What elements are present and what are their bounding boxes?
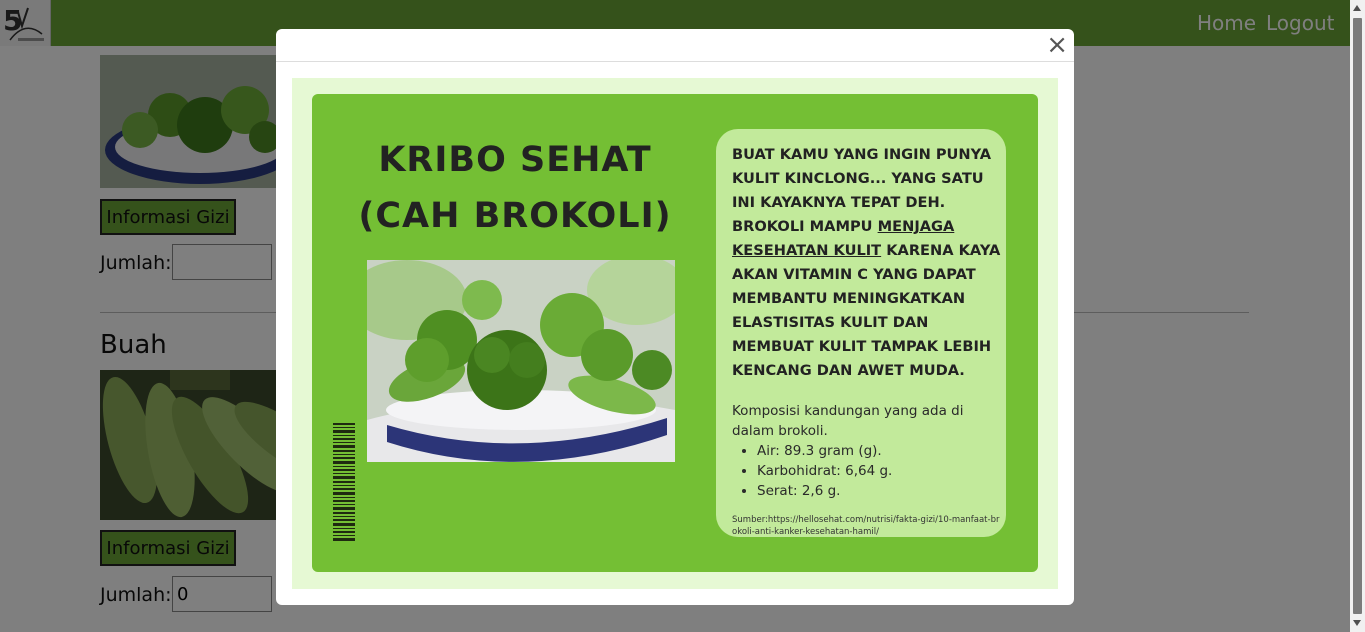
nutrition-poster: KRIBO SEHAT (CAH BROKOLI) BUAT KAMU YANG… [312,94,1038,572]
scroll-down-arrow-icon[interactable] [1353,620,1361,626]
info-headline-part-2: KARENA KAYA AKAN VITAMIN C YANG DAPAT ME… [732,242,1001,379]
modal-header: × [276,29,1074,62]
scrollbar-thumb[interactable] [1353,18,1362,614]
composition-item: Serat: 2,6 g. [757,481,1019,501]
source-citation: Sumber:https://hellosehat.com/nutrisi/fa… [732,515,1000,537]
scroll-up-arrow-icon[interactable] [1353,5,1361,11]
page-scrollbar[interactable] [1350,0,1365,632]
info-headline: BUAT KAMU YANG INGIN PUNYA KULIT KINCLON… [732,143,1004,383]
poster-frame: KRIBO SEHAT (CAH BROKOLI) BUAT KAMU YANG… [292,78,1058,589]
composition-list: Air: 89.3 gram (g). Karbohidrat: 6,64 g.… [732,441,1019,501]
close-icon[interactable]: × [1046,32,1068,58]
barcode-icon [333,423,355,541]
broccoli-photo [367,260,675,462]
composition-item: Karbohidrat: 6,64 g. [757,461,1019,481]
info-card: BUAT KAMU YANG INGIN PUNYA KULIT KINCLON… [716,129,1006,537]
composition-item: Air: 89.3 gram (g). [757,441,1019,461]
nutrition-info-modal: × KRIBO SEHAT (CAH BROKOLI) BUAT KAMU YA… [276,29,1074,605]
poster-title: KRIBO SEHAT (CAH BROKOLI) [358,140,672,236]
composition-intro: Komposisi kandungan yang ada di dalam br… [732,403,964,439]
